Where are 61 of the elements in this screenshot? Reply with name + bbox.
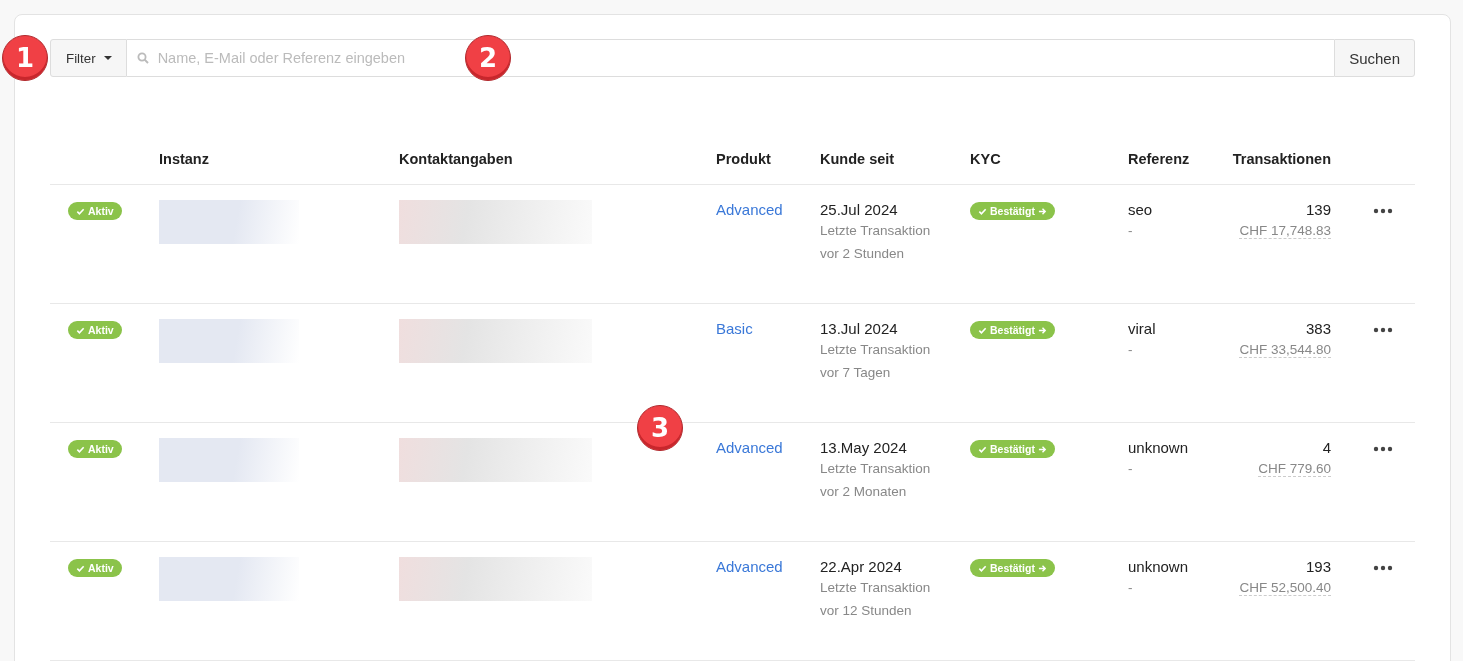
product-link[interactable]: Advanced xyxy=(716,438,783,458)
check-icon xyxy=(76,325,85,335)
check-icon xyxy=(978,325,987,335)
reference-detail: - xyxy=(1128,460,1134,478)
check-icon xyxy=(76,206,85,216)
transaction-amount: CHF 52,500.40 xyxy=(1239,580,1331,596)
column-header: Instanz xyxy=(159,151,209,167)
customer-since-date: 13.May 2024 xyxy=(820,438,908,458)
filter-dropdown-button[interactable]: Filter xyxy=(50,39,127,77)
reference-text: viral xyxy=(1128,319,1157,339)
reference-text: seo xyxy=(1128,200,1154,220)
reference-detail: - xyxy=(1128,341,1134,359)
caret-icon xyxy=(103,56,112,60)
arrow-right-icon xyxy=(1037,563,1047,573)
more-options-icon[interactable] xyxy=(1373,208,1393,214)
column-header: Kunde seit xyxy=(820,151,895,167)
reference-detail: - xyxy=(1128,579,1134,597)
column-header: Transaktionen xyxy=(1232,151,1331,167)
status-badge: Aktiv xyxy=(68,321,122,339)
transaction-count: 193 xyxy=(1304,557,1331,577)
last-transaction-text: Letzte Transaktion vor 12 Stunden xyxy=(820,579,932,620)
transaction-amount: CHF 33,544.80 xyxy=(1239,342,1331,358)
product-link[interactable]: Advanced xyxy=(716,557,783,577)
product-link[interactable]: Advanced xyxy=(716,200,783,220)
arrow-right-icon xyxy=(1037,206,1047,216)
status-badge: Aktiv xyxy=(68,440,122,458)
check-icon xyxy=(978,444,987,454)
number-marker: 2 xyxy=(465,35,511,81)
more-options-icon[interactable] xyxy=(1373,565,1393,571)
transaction-amount: CHF 779.60 xyxy=(1258,461,1331,477)
customer-since-date: 22.Apr 2024 xyxy=(820,557,903,577)
column-header: Produkt xyxy=(716,151,771,167)
column-header: KYC xyxy=(970,151,1001,167)
search-button[interactable]: Suchen xyxy=(1334,39,1415,77)
last-transaction-text: Letzte Transaktion vor 7 Tagen xyxy=(820,341,932,382)
customer-since-date: 25.Jul 2024 xyxy=(820,200,899,220)
column-header: Kontaktangaben xyxy=(399,151,513,167)
more-options-icon[interactable] xyxy=(1373,446,1393,452)
product-link[interactable]: Basic xyxy=(716,319,753,339)
number-marker: 3 xyxy=(637,405,683,451)
arrow-right-icon xyxy=(1037,325,1047,335)
reference-text: unknown xyxy=(1128,557,1190,577)
customer-since-date: 13.Jul 2024 xyxy=(820,319,899,339)
transaction-count: 4 xyxy=(1321,438,1331,458)
status-badge: Aktiv xyxy=(68,202,122,220)
reference-text: unknown xyxy=(1128,438,1190,458)
more-options-icon[interactable] xyxy=(1373,327,1393,333)
check-icon xyxy=(76,563,85,573)
check-icon xyxy=(76,444,85,454)
transaction-amount: CHF 17,748.83 xyxy=(1239,223,1331,239)
arrow-right-icon xyxy=(1037,444,1047,454)
reference-detail: - xyxy=(1128,222,1134,240)
transaction-count: 139 xyxy=(1304,200,1331,220)
last-transaction-text: Letzte Transaktion vor 2 Monaten xyxy=(820,460,932,501)
column-header: Referenz xyxy=(1128,151,1190,167)
number-marker: 1 xyxy=(2,35,48,81)
check-icon xyxy=(978,563,987,573)
transaction-count: 383 xyxy=(1304,319,1331,339)
status-badge: Aktiv xyxy=(68,559,122,577)
last-transaction-text: Letzte Transaktion vor 2 Stunden xyxy=(820,222,932,263)
check-icon xyxy=(978,206,987,216)
